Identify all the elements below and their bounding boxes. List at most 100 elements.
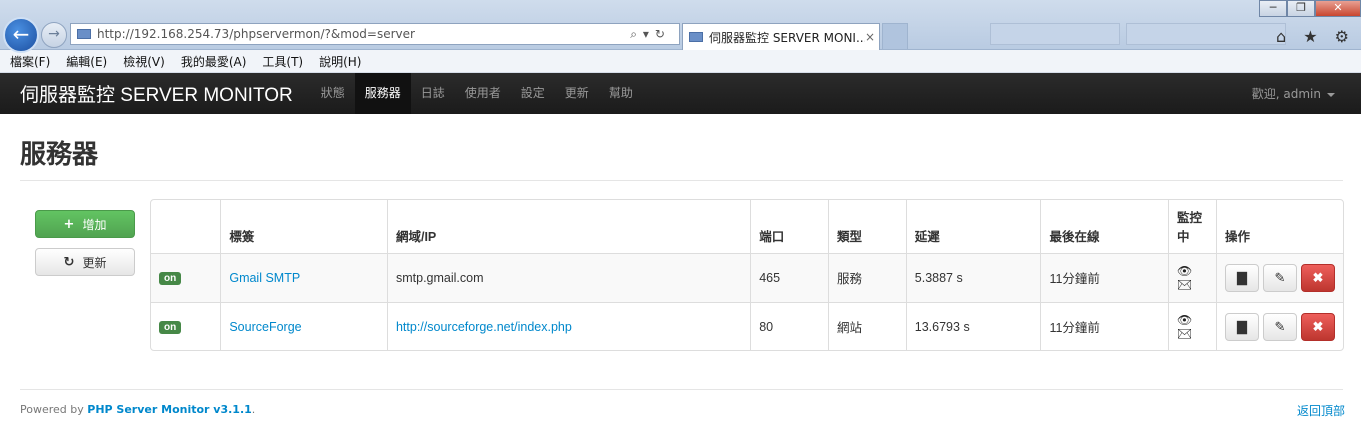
forward-button[interactable]: →	[41, 22, 67, 48]
powered-by-link[interactable]: PHP Server Monitor v3.1.1	[87, 403, 252, 416]
domain-link[interactable]: http://sourceforge.net/index.php	[396, 320, 572, 334]
menu-view[interactable]: 檢視(V)	[123, 53, 165, 70]
label-cell: SourceForge	[220, 302, 388, 351]
refresh-button[interactable]: ↻ 更新	[35, 248, 135, 276]
envelope-icon: ✉	[1176, 277, 1197, 292]
edit-button[interactable]: ✎	[1263, 263, 1297, 292]
actions-cell: ▇ ✎ ✖	[1216, 253, 1343, 302]
window-controls: ─ ❐ ✕	[1259, 0, 1361, 17]
close-icon: ✖	[1312, 269, 1324, 285]
bar-chart-icon: ▇	[1237, 269, 1247, 285]
minimize-button[interactable]: ─	[1259, 0, 1287, 17]
blurred-toolbar-item	[1126, 23, 1286, 45]
type-cell: 服務	[828, 253, 907, 302]
tab-title: 伺服器監控 SERVER MONI...	[709, 30, 865, 45]
nav-users[interactable]: 使用者	[455, 73, 511, 114]
refresh-icon: ↻	[63, 254, 75, 270]
domain-cell: http://sourceforge.net/index.php	[386, 302, 751, 351]
col-latency: 延遲	[905, 200, 1041, 253]
close-window-button[interactable]: ✕	[1315, 0, 1361, 17]
edit-button[interactable]: ✎	[1263, 312, 1297, 341]
menu-edit[interactable]: 編輯(E)	[66, 53, 107, 70]
blurred-toolbar-item	[990, 23, 1120, 45]
col-type: 類型	[828, 200, 907, 253]
last-online-cell: 11分鐘前	[1040, 253, 1169, 302]
envelope-icon: ✉	[1176, 326, 1197, 341]
servers-table: 標簽 網域/IP 端口 類型 延遲 最後在線 監控中 操作 on Gmail S…	[150, 199, 1344, 351]
status-cell: on	[151, 253, 221, 302]
browser-chrome: ← → http://192.168.254.73/phpservermon/?…	[0, 0, 1361, 53]
nav-logs[interactable]: 日誌	[411, 73, 455, 114]
menu-file[interactable]: 檔案(F)	[10, 53, 50, 70]
last-online-cell: 11分鐘前	[1040, 302, 1169, 351]
bar-chart-icon: ▇	[1237, 318, 1247, 334]
delete-button[interactable]: ✖	[1301, 312, 1335, 341]
table-row: on Gmail SMTP smtp.gmail.com 465 服務 5.38…	[151, 253, 1343, 302]
menu-favorites[interactable]: 我的最愛(A)	[181, 53, 247, 70]
nav-status[interactable]: 狀態	[311, 73, 355, 114]
monitoring-cell: 👁✉	[1167, 253, 1217, 302]
status-cell: on	[151, 302, 221, 351]
status-badge: on	[159, 321, 182, 335]
plus-icon: +	[63, 216, 75, 232]
nav-help[interactable]: 幫助	[599, 73, 643, 114]
status-badge: on	[159, 272, 182, 285]
port-cell: 465	[750, 253, 829, 302]
latency-cell: 13.6793 s	[905, 302, 1041, 351]
close-icon: ✖	[1312, 318, 1324, 334]
app-navbar: 伺服器監控 SERVER MONITOR 狀態 服務器 日誌 使用者 設定 更新…	[0, 73, 1361, 114]
footer: Powered by PHP Server Monitor v3.1.1.	[20, 403, 255, 416]
col-status	[151, 200, 221, 253]
nav-servers[interactable]: 服務器	[354, 73, 411, 114]
nav-settings[interactable]: 設定	[511, 73, 555, 114]
add-label: 增加	[82, 217, 107, 232]
brand-title[interactable]: 伺服器監控 SERVER MONITOR	[20, 80, 293, 107]
page-icon	[77, 29, 91, 39]
user-menu[interactable]: 歡迎, admin	[1252, 85, 1335, 102]
back-to-top-link[interactable]: 返回頂部	[1297, 402, 1345, 419]
label-cell: Gmail SMTP	[220, 253, 388, 302]
eye-icon: 👁	[1176, 312, 1197, 327]
browser-menubar: 檔案(F) 編輯(E) 檢視(V) 我的最愛(A) 工具(T) 說明(H)	[0, 50, 1361, 73]
server-label-link[interactable]: Gmail SMTP	[229, 271, 300, 285]
menu-help[interactable]: 說明(H)	[319, 53, 361, 70]
col-actions: 操作	[1216, 200, 1343, 253]
actions-cell: ▇ ✎ ✖	[1216, 302, 1343, 351]
chart-button[interactable]: ▇	[1225, 263, 1259, 292]
divider	[20, 180, 1343, 181]
eye-icon: 👁	[1176, 263, 1197, 278]
table-header-row: 標簽 網域/IP 端口 類型 延遲 最後在線 監控中 操作	[151, 200, 1343, 253]
address-bar[interactable]: http://192.168.254.73/phpservermon/?&mod…	[70, 23, 680, 45]
caret-down-icon	[1327, 92, 1335, 97]
port-cell: 80	[750, 302, 829, 351]
powered-by-text: Powered by	[20, 403, 88, 416]
tab-favicon-icon	[689, 32, 703, 42]
nav-update[interactable]: 更新	[555, 73, 599, 114]
address-tools-icon[interactable]: ⌕▾↻	[630, 27, 671, 42]
chart-button[interactable]: ▇	[1225, 312, 1259, 341]
col-monitoring: 監控中	[1167, 200, 1217, 253]
tab-close-icon[interactable]: ×	[865, 30, 879, 44]
refresh-label: 更新	[82, 255, 107, 270]
welcome-text: 歡迎, admin	[1251, 87, 1321, 101]
back-button[interactable]: ←	[3, 17, 39, 53]
col-label: 標簽	[220, 200, 388, 253]
address-url[interactable]: http://192.168.254.73/phpservermon/?&mod…	[97, 27, 630, 41]
new-tab-button[interactable]	[882, 23, 908, 50]
add-server-button[interactable]: + 增加	[35, 210, 135, 238]
col-port: 端口	[750, 200, 829, 253]
col-last-online: 最後在線	[1040, 200, 1169, 253]
page-title: 服務器	[20, 140, 99, 170]
table-row: on SourceForge http://sourceforge.net/in…	[151, 302, 1343, 351]
monitoring-cell: 👁✉	[1167, 302, 1217, 351]
type-cell: 網站	[828, 302, 907, 351]
maximize-button[interactable]: ❐	[1287, 0, 1315, 17]
home-favorites-settings-icons[interactable]: ⌂ ★ ⚙	[1276, 27, 1355, 46]
delete-button[interactable]: ✖	[1301, 263, 1335, 292]
server-label-link[interactable]: SourceForge	[229, 320, 301, 334]
browser-tab[interactable]: 伺服器監控 SERVER MONI... ×	[682, 23, 880, 50]
col-domain: 網域/IP	[386, 200, 751, 253]
powered-by-suffix: .	[251, 403, 256, 416]
pencil-icon: ✎	[1274, 269, 1286, 285]
menu-tools[interactable]: 工具(T)	[262, 53, 303, 70]
